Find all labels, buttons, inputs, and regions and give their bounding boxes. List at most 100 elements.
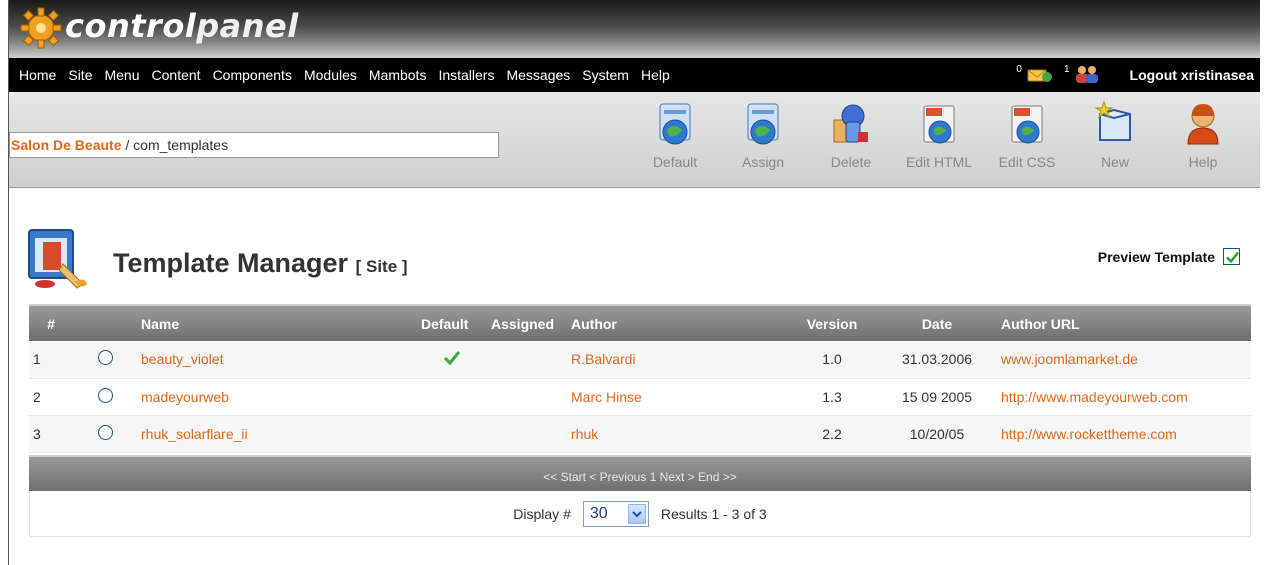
row-number: 2 [29, 378, 73, 416]
author-url-link[interactable]: http://www.rockettheme.com [997, 415, 1251, 453]
online-users-icon[interactable] [1072, 64, 1102, 87]
default-check-icon [443, 350, 461, 365]
template-name-link[interactable]: madeyourweb [137, 378, 417, 416]
edit-css-button[interactable]: Edit CSS [983, 96, 1071, 170]
new-label: New [1100, 154, 1129, 170]
new-button[interactable]: New [1071, 96, 1159, 170]
page-subtitle: [ Site ] [355, 257, 408, 276]
edit-html-button[interactable]: Edit HTML [895, 96, 983, 170]
date-cell: 15 09 2005 [877, 378, 997, 416]
default-cell [417, 378, 487, 416]
logo: controlpanel [19, 6, 299, 50]
menu-site[interactable]: Site [62, 67, 98, 83]
preview-template-label: Preview Template [1097, 248, 1215, 265]
menu-mambots[interactable]: Mambots [363, 67, 433, 83]
author-link[interactable]: rhuk [567, 415, 787, 453]
menu-content[interactable]: Content [146, 67, 207, 83]
row-radio[interactable] [97, 424, 113, 440]
toolbar: Salon De Beaute / com_templates Default [9, 92, 1260, 188]
menu-installers[interactable]: Installers [432, 67, 500, 83]
default-icon [652, 100, 698, 150]
date-cell: 10/20/05 [877, 415, 997, 453]
templates-table: # Name Default Assigned Author Version D… [29, 304, 1251, 453]
messages-icon[interactable] [1024, 64, 1054, 87]
pathway-separator: / [121, 137, 134, 153]
row-number: 3 [29, 415, 73, 453]
author-link[interactable]: R.Balvardi [567, 341, 787, 379]
menu-menu[interactable]: Menu [98, 67, 145, 83]
row-select-cell [73, 415, 137, 453]
row-radio[interactable] [97, 387, 113, 403]
help-icon [1180, 100, 1226, 150]
col-author-url: Author URL [997, 304, 1251, 341]
col-number: # [29, 304, 73, 341]
menu-home[interactable]: Home [9, 67, 62, 83]
assign-icon [740, 100, 786, 150]
assign-label: Assign [741, 154, 785, 170]
delete-icon [828, 100, 874, 150]
edit-html-label: Edit HTML [905, 154, 973, 170]
display-limit-value: 30 [589, 504, 608, 522]
col-author: Author [567, 304, 787, 341]
assign-button[interactable]: Assign [719, 96, 807, 170]
chevron-down-icon[interactable] [627, 503, 646, 524]
template-name-link[interactable]: beauty_violet [137, 341, 417, 379]
col-version: Version [787, 304, 877, 341]
logo-text-a: control [65, 7, 197, 45]
help-label: Help [1188, 154, 1218, 170]
template-name-link[interactable]: rhuk_solarflare_ii [137, 415, 417, 453]
delete-label: Delete [830, 154, 872, 170]
results-count: Results 1 - 3 of 3 [660, 505, 767, 522]
logo-text-b: panel [196, 7, 299, 45]
logout-link[interactable]: Logout xristinasea [1130, 67, 1254, 83]
preview-template-checkbox[interactable] [1223, 248, 1240, 265]
row-select-cell [73, 378, 137, 416]
menu-help[interactable]: Help [635, 67, 676, 83]
toolbar-buttons: Default Assign Delete Edit HTML Edit CSS… [631, 96, 1247, 170]
edit-css-icon [1004, 100, 1050, 150]
gear-logo-icon [19, 6, 63, 50]
pagination-links[interactable]: << Start < Previous 1 Next > End >> [543, 470, 736, 484]
assigned-cell [487, 415, 567, 453]
edit-html-icon [916, 100, 962, 150]
author-url-link[interactable]: www.joomlamarket.de [997, 341, 1251, 379]
version-cell: 2.2 [787, 415, 877, 453]
page-title: Template Manager [ Site ] [113, 248, 408, 279]
row-radio[interactable] [97, 350, 113, 366]
menu-components[interactable]: Components [207, 67, 298, 83]
assigned-cell [487, 378, 567, 416]
users-count: 1 [1063, 63, 1070, 75]
page-title-text: Template Manager [113, 248, 349, 278]
pathway-component: com_templates [133, 137, 229, 153]
help-button[interactable]: Help [1159, 96, 1247, 170]
display-label: Display # [513, 505, 571, 522]
pathway-breadcrumb: Salon De Beaute / com_templates [9, 132, 499, 158]
pagination-bar: << Start < Previous 1 Next > End >> [29, 455, 1251, 491]
author-link[interactable]: Marc Hinse [567, 378, 787, 416]
menu-modules[interactable]: Modules [298, 67, 363, 83]
template-manager-icon [23, 224, 93, 294]
menu-messages[interactable]: Messages [500, 67, 576, 83]
menu-system[interactable]: System [576, 67, 635, 83]
author-url-link[interactable]: http://www.madeyourweb.com [997, 378, 1251, 416]
pathway-site[interactable]: Salon De Beaute [11, 137, 121, 153]
table-row: 3 rhuk_solarflare_ii rhuk 2.2 10/20/05 h… [29, 415, 1251, 453]
messages-count: 0 [1016, 63, 1022, 75]
header-banner: controlpanel [9, 0, 1260, 58]
row-select-cell [73, 341, 137, 379]
col-name[interactable]: Name [137, 304, 417, 341]
default-cell [417, 341, 487, 379]
menu-status: 0 1 Logout xristinasea [1016, 58, 1260, 92]
col-select [73, 304, 137, 341]
col-default: Default [417, 304, 487, 341]
preview-template-toggle[interactable]: Preview Template [1098, 248, 1240, 265]
table-row: 2 madeyourweb Marc Hinse 1.3 15 09 2005 … [29, 378, 1251, 416]
new-icon [1092, 100, 1138, 150]
version-cell: 1.3 [787, 378, 877, 416]
list-footer: Display # 30 Results 1 - 3 of 3 [29, 491, 1251, 537]
default-button[interactable]: Default [631, 96, 719, 170]
delete-button[interactable]: Delete [807, 96, 895, 170]
display-limit-select[interactable]: 30 [582, 500, 649, 527]
edit-css-label: Edit CSS [998, 154, 1056, 170]
main-menu: Home Site Menu Content Components Module… [9, 58, 1260, 92]
